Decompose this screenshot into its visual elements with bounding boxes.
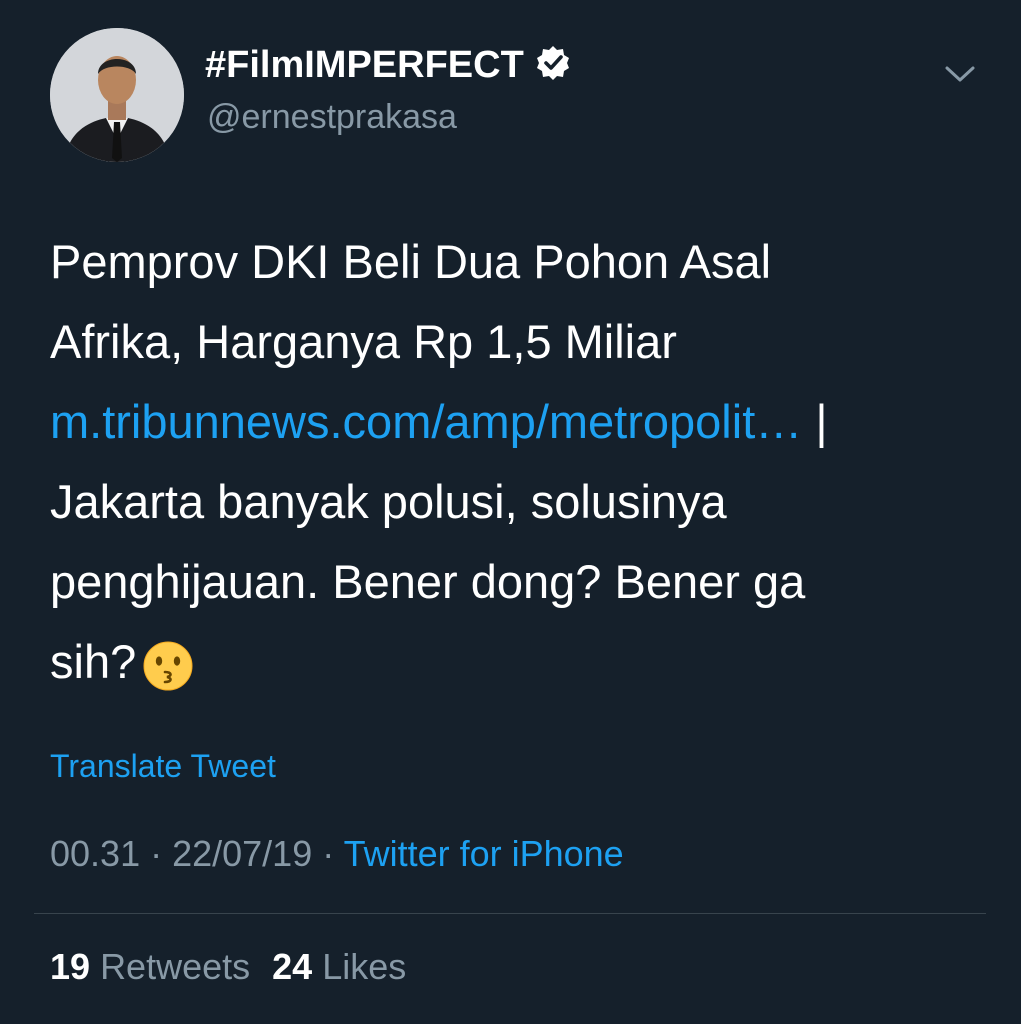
engagement-stats: 19 Retweets 24 Likes	[50, 946, 406, 988]
display-name[interactable]: #FilmIMPERFECT	[205, 44, 572, 87]
likes-count: 24	[272, 946, 313, 987]
user-handle[interactable]: @ernestprakasa	[207, 98, 457, 137]
avatar[interactable]	[50, 28, 184, 162]
display-name-text[interactable]: #FilmIMPERFECT	[205, 44, 524, 86]
tweet-metadata: 00.31 · 22/07/19 · Twitter for iPhone	[50, 833, 624, 875]
tweet-link[interactable]: m.tribunnews.com/amp/metropolit…	[50, 395, 802, 448]
meta-separator: ·	[140, 833, 173, 874]
tweet-time: 00.31	[50, 833, 141, 874]
tweet-detail: #FilmIMPERFECT @ernestprakasa Pemprov DK…	[0, 0, 1021, 1024]
tweet-source-link[interactable]: Twitter for iPhone	[344, 833, 624, 874]
tweet-text-line: Jakarta banyak polusi, solusinya	[50, 475, 727, 528]
tweet-date: 22/07/19	[172, 833, 313, 874]
tweet-text-line: penghijauan. Bener dong? Bener ga	[50, 555, 806, 608]
translate-tweet-link[interactable]: Translate Tweet	[50, 748, 276, 785]
tweet-text: Pemprov DKI Beli Dua Pohon Asal Afrika, …	[50, 222, 990, 702]
tweet-text-tail: sih?	[50, 635, 137, 688]
divider	[34, 913, 986, 914]
retweets-stat[interactable]: 19 Retweets	[50, 946, 250, 987]
meta-separator: ·	[312, 833, 344, 874]
tweet-text-line: Pemprov DKI Beli Dua Pohon Asal	[50, 235, 772, 288]
kissing-face-icon	[142, 636, 194, 691]
likes-label: Likes	[322, 946, 407, 987]
chevron-down-icon[interactable]	[943, 60, 977, 88]
avatar-image	[50, 28, 184, 162]
tweet-text-line: sih?	[50, 622, 990, 702]
likes-stat[interactable]: 24 Likes	[272, 946, 406, 987]
retweets-label: Retweets	[100, 946, 251, 987]
retweets-count: 19	[50, 946, 91, 987]
verified-badge-icon	[534, 44, 572, 82]
tweet-text-line: Afrika, Harganya Rp 1,5 Miliar	[50, 315, 677, 368]
tweet-text-separator: |	[802, 395, 828, 448]
tweet-text-line: m.tribunnews.com/amp/metropolit… |	[50, 382, 990, 462]
